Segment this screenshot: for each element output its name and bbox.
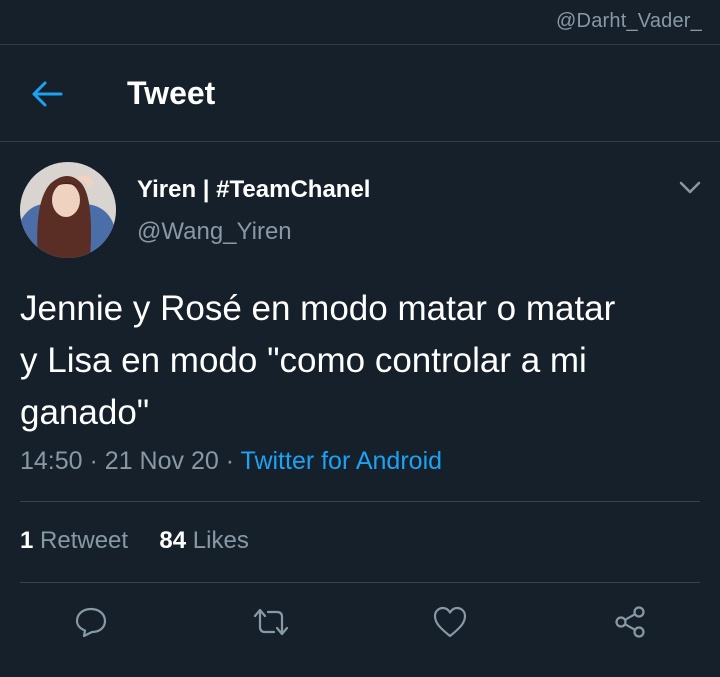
share-icon bbox=[615, 606, 645, 638]
back-button[interactable] bbox=[22, 69, 72, 119]
tweet-source-link[interactable]: Twitter for Android bbox=[241, 447, 442, 475]
page-title: Tweet bbox=[127, 75, 216, 111]
likes-count: 84 bbox=[159, 527, 187, 554]
like-button[interactable] bbox=[430, 602, 470, 642]
header-divider bbox=[0, 141, 720, 142]
divider bbox=[20, 582, 700, 583]
retweet-button[interactable] bbox=[251, 602, 291, 642]
meta-separator: · bbox=[89, 447, 98, 475]
divider bbox=[20, 501, 700, 502]
arrow-left-icon bbox=[32, 81, 63, 107]
retweet-icon bbox=[253, 608, 289, 636]
meta-separator: · bbox=[225, 447, 235, 475]
reply-icon bbox=[75, 607, 107, 638]
tweet-text: Jennie y Rosé en modo matar o matar y Li… bbox=[20, 283, 700, 439]
author-name[interactable]: Yiren | #TeamChanel bbox=[137, 176, 370, 204]
share-button[interactable] bbox=[610, 602, 650, 642]
tweet-menu-button[interactable] bbox=[674, 172, 706, 204]
retweets-count: 1 bbox=[20, 527, 34, 554]
avatar-image bbox=[20, 162, 116, 258]
tweet-text-line: ganado" bbox=[20, 393, 150, 432]
reply-button[interactable] bbox=[71, 602, 111, 642]
chevron-down-icon bbox=[679, 181, 701, 194]
retweets-stat[interactable]: 1 Retweet bbox=[20, 527, 135, 554]
tweet-text-line: y Lisa en modo "como controlar a mi bbox=[20, 341, 587, 380]
like-icon bbox=[433, 606, 467, 638]
tweet-screen: @Darht_Vader_ Tweet Yiren | #TeamChanel … bbox=[0, 0, 720, 677]
author-handle[interactable]: @Wang_Yiren bbox=[137, 218, 292, 246]
tweet-time: 14:50 bbox=[20, 447, 83, 475]
watermark-text: @Darht_Vader_ bbox=[556, 10, 702, 32]
retweets-label: Retweet bbox=[40, 527, 129, 554]
header-bar: Tweet bbox=[0, 45, 720, 141]
tweet-text-line: Jennie y Rosé en modo matar o matar bbox=[20, 289, 616, 328]
tweet-stats: 1 Retweet 84 Likes bbox=[20, 527, 249, 555]
likes-stat[interactable]: 84 Likes bbox=[159, 527, 248, 554]
avatar[interactable] bbox=[20, 162, 116, 258]
tweet-date: 21 Nov 20 bbox=[104, 447, 219, 475]
likes-label: Likes bbox=[192, 527, 249, 554]
tweet-meta: 14:50 · 21 Nov 20 · Twitter for Android bbox=[20, 447, 442, 476]
